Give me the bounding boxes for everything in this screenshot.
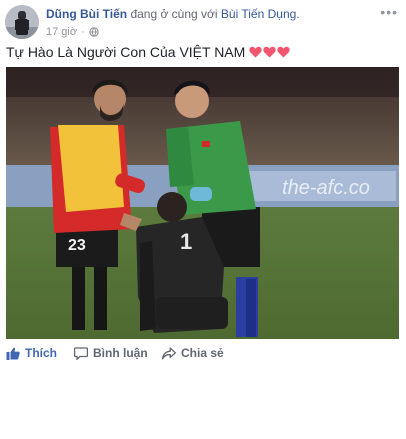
share-button[interactable]: Chia sẻ xyxy=(162,346,224,360)
action-bar: Thích Bình luận Chia sẻ xyxy=(0,343,406,365)
with-text: đang ở cùng với xyxy=(127,7,221,21)
post-time-link[interactable]: 17 giờ xyxy=(46,26,77,38)
like-button[interactable]: Thích xyxy=(6,346,57,360)
comment-button[interactable]: Bình luận xyxy=(74,346,148,360)
more-options-icon[interactable]: ••• xyxy=(380,4,398,20)
share-label: Chia sẻ xyxy=(181,346,224,360)
comment-label: Bình luận xyxy=(93,346,148,360)
globe-icon[interactable] xyxy=(89,27,99,37)
comment-icon xyxy=(74,346,88,360)
trailing-period: . xyxy=(296,7,300,21)
heart-icon xyxy=(277,46,290,58)
facebook-post: Dũng Bùi Tiến đang ở cùng với Bùi Tiến D… xyxy=(0,0,406,439)
svg-text:the-afc.co: the-afc.co xyxy=(282,177,370,199)
post-meta: 17 giờ · xyxy=(46,26,99,38)
avatar[interactable] xyxy=(5,5,39,39)
avatar-image xyxy=(5,5,39,39)
svg-text:1: 1 xyxy=(180,229,192,254)
post-photo[interactable]: the-afc.co 23 1 xyxy=(6,67,399,339)
caption-text: Tự Hào Là Người Con Của VIỆT NAM xyxy=(6,44,246,60)
tagged-user-link[interactable]: Bùi Tiến Dụng xyxy=(221,7,296,21)
author-name-link[interactable]: Dũng Bùi Tiến xyxy=(46,7,127,21)
hearts-emoji xyxy=(249,46,290,58)
svg-text:23: 23 xyxy=(68,237,86,254)
heart-icon xyxy=(249,46,262,58)
like-label: Thích xyxy=(25,346,57,360)
post-caption: Tự Hào Là Người Con Của VIỆT NAM xyxy=(6,44,290,60)
share-icon xyxy=(162,346,176,359)
football-players-photo: the-afc.co 23 1 xyxy=(6,67,399,339)
post-header: Dũng Bùi Tiến đang ở cùng với Bùi Tiến D… xyxy=(46,7,300,21)
thumbs-up-icon xyxy=(6,347,20,360)
meta-separator: · xyxy=(81,26,85,38)
heart-icon xyxy=(263,46,276,58)
